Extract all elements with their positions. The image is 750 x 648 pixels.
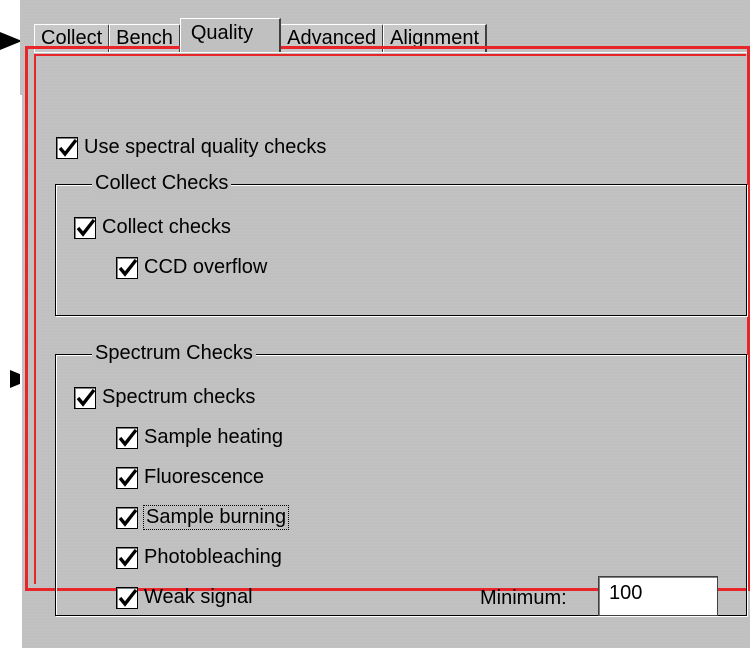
fluorescence-label: Fluorescence (144, 466, 265, 488)
fluorescence-checkbox[interactable] (116, 466, 138, 489)
screenshot-root: Collect Bench Quality Advanced Alignment… (0, 0, 750, 648)
check-icon (118, 508, 138, 527)
use-quality-checks-row[interactable]: Use spectral quality checks (56, 136, 326, 159)
fluorescence-row[interactable]: Fluorescence (116, 466, 264, 489)
weak-signal-row[interactable]: Weak signal (116, 586, 253, 609)
check-icon (76, 218, 96, 237)
sample-burning-row[interactable]: Sample burning (116, 505, 290, 530)
collect-checks-label: Collect checks (102, 216, 231, 238)
minimum-label: Minimum: (480, 587, 567, 609)
collect-checks-title: Collect Checks (92, 172, 232, 195)
weak-signal-checkbox[interactable] (116, 586, 138, 609)
minimum-input[interactable]: 100 (598, 576, 718, 616)
sample-burning-label: Sample burning (142, 505, 290, 530)
sample-heating-label: Sample heating (144, 426, 283, 448)
use-quality-checks-label: Use spectral quality checks (84, 136, 327, 158)
sample-burning-checkbox[interactable] (116, 506, 138, 529)
sample-heating-row[interactable]: Sample heating (116, 426, 283, 449)
photobleaching-checkbox[interactable] (116, 546, 138, 569)
ccd-overflow-label: CCD overflow (144, 256, 268, 278)
weak-signal-label: Weak signal (144, 586, 253, 608)
check-icon (118, 428, 138, 447)
tab-label: Quality (190, 22, 254, 44)
spectrum-checks-title: Spectrum Checks (92, 342, 256, 365)
photobleaching-label: Photobleaching (144, 546, 282, 568)
spectrum-checks-label: Spectrum checks (102, 386, 256, 408)
photobleaching-row[interactable]: Photobleaching (116, 546, 282, 569)
tab-quality[interactable]: Quality (179, 18, 282, 52)
check-icon (118, 588, 138, 607)
ccd-overflow-row[interactable]: CCD overflow (116, 256, 267, 279)
settings-dialog: Collect Bench Quality Advanced Alignment… (20, 0, 750, 648)
check-icon (118, 258, 138, 277)
check-icon (118, 468, 138, 487)
collect-checks-group (55, 184, 747, 316)
spectrum-checks-checkbox[interactable] (74, 386, 96, 409)
check-icon (76, 388, 96, 407)
check-icon (58, 138, 78, 157)
arrow-pointer-icon (0, 32, 22, 50)
spectrum-checks-row[interactable]: Spectrum checks (74, 386, 255, 409)
check-icon (118, 548, 138, 567)
use-quality-checks-checkbox[interactable] (56, 136, 78, 159)
collect-checks-checkbox[interactable] (74, 216, 96, 239)
collect-checks-row[interactable]: Collect checks (74, 216, 231, 239)
ccd-overflow-checkbox[interactable] (116, 256, 138, 279)
sample-heating-checkbox[interactable] (116, 426, 138, 449)
